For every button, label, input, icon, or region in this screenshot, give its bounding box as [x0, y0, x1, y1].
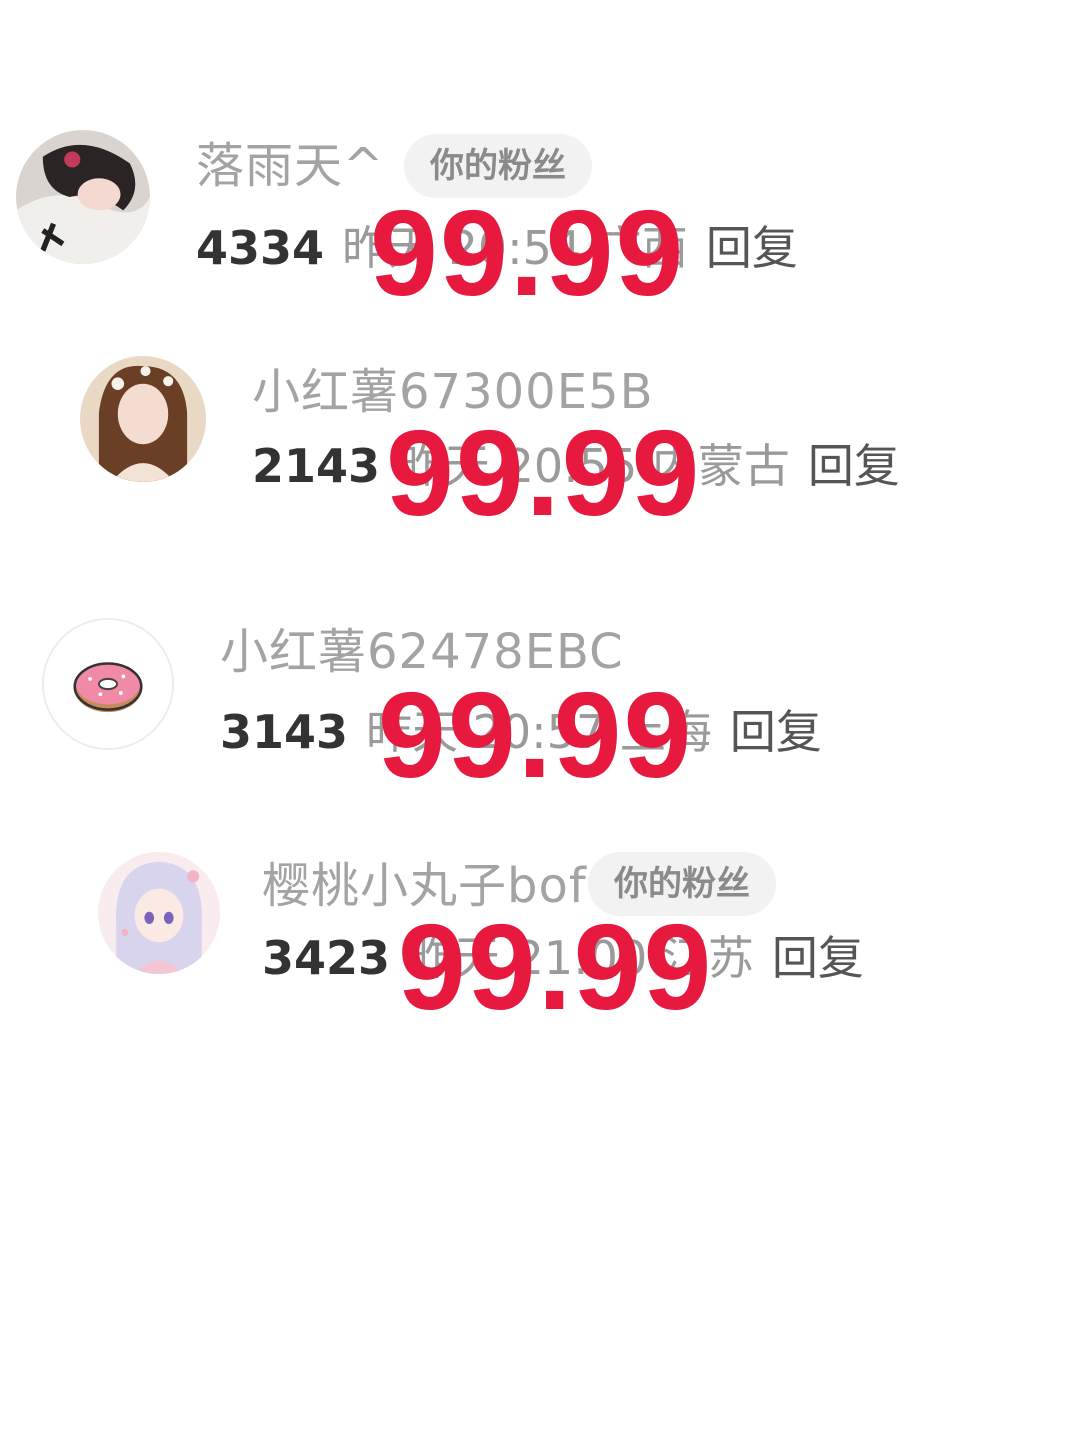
avatar-girl-lying-icon — [16, 130, 150, 264]
avatar-girl-flowers-icon — [80, 356, 206, 482]
reply-button[interactable]: 回复 — [730, 705, 822, 759]
reply-button[interactable]: 回复 — [706, 221, 798, 275]
price-overlay: 99.99 — [370, 185, 686, 321]
avatar[interactable] — [80, 356, 206, 482]
price-overlay: 99.99 — [378, 667, 694, 803]
like-count[interactable]: 3143 — [220, 705, 348, 759]
avatar[interactable] — [42, 618, 174, 750]
anime-girl-avatar-icon — [98, 852, 220, 974]
avatar[interactable] — [98, 852, 220, 974]
like-count[interactable]: 3423 — [262, 931, 390, 985]
reply-button[interactable]: 回复 — [772, 931, 864, 985]
price-overlay: 99.99 — [398, 899, 714, 1035]
username[interactable]: 落雨天^ — [196, 138, 384, 194]
like-count[interactable]: 4334 — [196, 221, 324, 275]
avatar[interactable] — [16, 130, 150, 264]
price-overlay: 99.99 — [386, 405, 702, 541]
donut-icon — [44, 620, 172, 748]
reply-button[interactable]: 回复 — [808, 439, 900, 493]
like-count[interactable]: 2143 — [252, 439, 380, 493]
